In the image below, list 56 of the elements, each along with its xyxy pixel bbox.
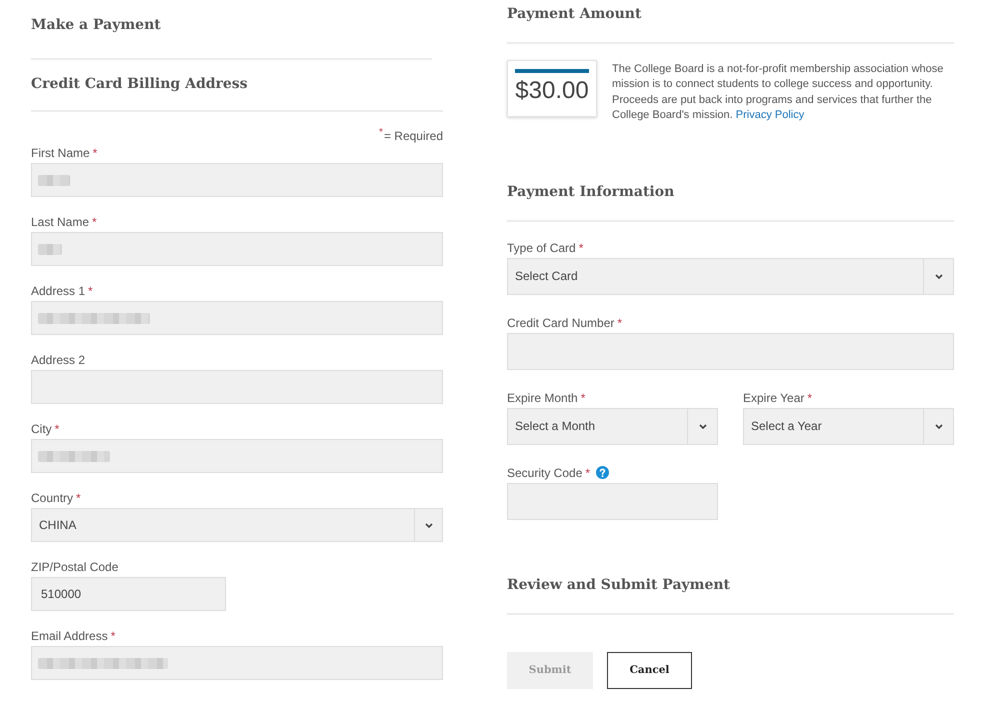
text-field[interactable] — [31, 163, 443, 197]
field-label: Expire Year — [743, 390, 804, 406]
required-asterisk: * — [92, 145, 98, 161]
help-icon[interactable] — [596, 466, 610, 480]
field-label: Address 1 — [31, 283, 86, 299]
pixelated-redaction — [38, 174, 70, 186]
required-asterisk: * — [578, 240, 584, 256]
field-label: Last Name — [31, 214, 90, 230]
required-asterisk: * — [580, 390, 586, 406]
field-label: Type of Card — [507, 240, 576, 256]
text-field[interactable] — [31, 301, 443, 335]
select-field[interactable]: Select a Month — [507, 408, 718, 445]
field-label: Credit Card Number — [507, 314, 614, 331]
chevron-down-icon — [698, 424, 706, 429]
text-field[interactable]: 510000 — [31, 577, 226, 611]
required-asterisk: * — [807, 390, 812, 406]
field-label: City — [31, 421, 52, 437]
required-asterisk: * — [54, 421, 60, 437]
required-asterisk: * — [88, 283, 93, 299]
field-label: ZIP/Postal Code — [31, 559, 118, 575]
required-asterisk: * — [76, 490, 81, 506]
select-field[interactable]: Select a Year — [743, 408, 954, 445]
text-field[interactable] — [31, 439, 443, 473]
field-label: Email Address — [31, 628, 108, 644]
pixelated-redaction — [38, 244, 62, 254]
select-field[interactable]: Select Card — [507, 258, 954, 295]
required-asterisk: * — [585, 464, 590, 481]
field-label: Security Code — [507, 464, 582, 481]
field-label: Country — [31, 490, 74, 506]
amount-value: $30.00 — [515, 76, 589, 106]
section-heading: Payment Amount — [507, 5, 642, 24]
required-asterisk: * — [379, 128, 383, 138]
chevron-down-icon — [934, 274, 942, 279]
privacy-policy-link[interactable]: Privacy Policy — [736, 109, 804, 122]
description-text: The College Board is a not-for-profit membership association whose mission is to connect students to college success and opportunity. Proceeds are put back into programs and services that further the College Board's mission. Privacy Policy — [612, 62, 944, 124]
select-field[interactable]: CHINA — [31, 508, 443, 542]
chevron-down-icon — [934, 424, 942, 429]
section-heading: Payment Information — [507, 182, 674, 202]
required-asterisk: * — [617, 314, 622, 331]
field-label: First Name — [31, 145, 90, 161]
page-title: Make a Payment — [31, 16, 161, 35]
required-note: = Required — [384, 128, 443, 144]
field-label: Address 2 — [31, 352, 86, 368]
text-field[interactable] — [31, 232, 443, 266]
required-asterisk: * — [110, 628, 116, 644]
section-heading: Review and Submit Payment — [507, 576, 730, 595]
pixelated-redaction — [38, 450, 110, 462]
text-field[interactable] — [507, 482, 718, 520]
text-field[interactable] — [507, 332, 954, 370]
section-heading: Credit Card Billing Address — [31, 75, 248, 94]
field-label: Expire Month — [507, 390, 578, 406]
text-field[interactable] — [31, 646, 443, 680]
text-field[interactable] — [31, 370, 443, 404]
cancel-button[interactable]: Cancel — [607, 652, 692, 689]
required-asterisk: * — [92, 214, 97, 230]
chevron-down-icon — [424, 522, 432, 528]
